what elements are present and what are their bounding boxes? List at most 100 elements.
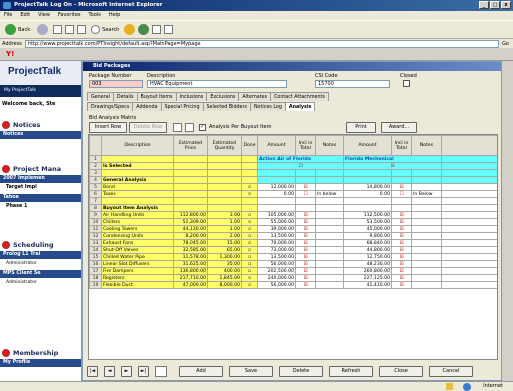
implementation-band[interactable]: 2007 Implemen [0, 175, 81, 183]
bidder-2-amount[interactable]: 227,125.00 [343, 274, 392, 282]
bidder-2-notes[interactable] [411, 281, 442, 289]
item-description[interactable]: Linear Slot Diffusers [101, 260, 174, 268]
incl-checkbox[interactable]: ☒ [391, 239, 412, 247]
incl-checkbox[interactable]: ☐ [295, 190, 316, 198]
cancel-button[interactable]: Cancel [429, 365, 473, 377]
col-incl-1[interactable]: Incl in Total [295, 135, 316, 156]
col-notes-1[interactable]: Notes [315, 135, 344, 156]
col-estimated-price[interactable]: Estimated Price [173, 135, 208, 156]
item-description[interactable]: Fire Dampers [101, 267, 174, 275]
bidder-1-notes[interactable] [315, 281, 344, 289]
minimize-button[interactable]: _ [479, 1, 489, 9]
done-checkbox[interactable]: ▫ [241, 239, 258, 247]
item-estimated-price[interactable]: 8,200.00 [173, 232, 208, 240]
bidder-1-amount[interactable]: 202,500.00 [257, 267, 296, 275]
refresh-button[interactable]: Refresh [329, 365, 373, 377]
item-estimated-price[interactable]: 112,800.00 [173, 211, 208, 219]
delete-row-button[interactable]: Delete Row [129, 122, 167, 133]
item-estimated-price[interactable]: 32,585.00 [173, 246, 208, 254]
stop-icon[interactable] [53, 25, 63, 34]
incl-checkbox[interactable]: ☒ [391, 253, 412, 261]
incl-checkbox[interactable]: ☒ [391, 232, 412, 240]
notices-title[interactable]: Notices [13, 121, 40, 129]
item-description[interactable]: Cooling Towers [101, 225, 174, 233]
item-estimated-quantity[interactable]: 2.00 [207, 232, 242, 240]
item-estimated-quantity[interactable]: 1.00 [207, 225, 242, 233]
tab-inclusions[interactable]: Inclusions [175, 92, 208, 101]
analysis-per-buyout-checkbox[interactable]: ✓ [199, 124, 206, 131]
prev-record-button[interactable]: ◄ [104, 365, 115, 377]
bidder-2-select-checkbox[interactable]: ☒ [343, 162, 442, 170]
bidder-2-amount[interactable]: 9,800.00 [343, 232, 392, 240]
bidder-2-notes[interactable] [411, 274, 442, 282]
item-estimated-price[interactable]: 136,800.00 [173, 267, 208, 275]
bidder-1-amount[interactable]: 240,000.00 [257, 274, 296, 282]
bidder-1-amount[interactable]: 56,000.00 [257, 281, 296, 289]
insert-row-button[interactable]: Insert Row [89, 122, 127, 133]
item-estimated-quantity[interactable]: 1,300.00 [207, 253, 242, 261]
tab-buyout-items[interactable]: Buyout Items [136, 92, 177, 101]
add-button[interactable]: Add [179, 365, 223, 377]
incl-checkbox[interactable]: ☒ [391, 183, 412, 191]
bidder-2-amount[interactable]: 45,000.00 [343, 225, 392, 233]
next-record-button[interactable]: ► [121, 365, 132, 377]
item-estimated-price[interactable]: 78,045.00 [173, 239, 208, 247]
bidder-2-amount[interactable]: 12,750.00 [343, 253, 392, 261]
bidder-2-amount[interactable]: 41,410.00 [343, 281, 392, 289]
item-description[interactable]: Exhaust Fans [101, 239, 174, 247]
tab-exclusions[interactable]: Exclusions [206, 92, 240, 101]
done-checkbox[interactable]: ▫ [241, 281, 258, 289]
bidder-1-amount[interactable]: 73,000.00 [257, 246, 296, 254]
col-incl-2[interactable]: Incl in Total [391, 135, 412, 156]
mail-icon[interactable] [152, 25, 162, 34]
incl-checkbox[interactable]: ☒ [295, 253, 316, 261]
menu-tools[interactable]: Tools [89, 11, 101, 20]
sidebar-item-target[interactable]: Target Impl [0, 185, 81, 190]
tab-alternates[interactable]: Alternates [238, 92, 272, 101]
my-profile-band[interactable]: My Profile [0, 359, 81, 367]
scheduling-title[interactable]: Scheduling [13, 241, 54, 249]
incl-checkbox[interactable]: ☒ [295, 225, 316, 233]
prolog-band[interactable]: Prolog L1 Trai [0, 251, 81, 259]
print-icon[interactable] [164, 25, 174, 34]
incl-checkbox[interactable]: ☒ [295, 183, 316, 191]
bidder-1-amount[interactable]: 13,500.00 [257, 253, 296, 261]
membership-title[interactable]: Membership [13, 349, 58, 357]
bidder-2-amount[interactable]: 53,500.00 [343, 218, 392, 226]
item-description[interactable]: Chillers [101, 218, 174, 226]
incl-checkbox[interactable]: ☒ [295, 232, 316, 240]
incl-checkbox[interactable]: ☒ [295, 274, 316, 282]
col-description[interactable]: Description [101, 135, 174, 156]
close-button[interactable]: Close [379, 365, 423, 377]
bidder-1-notes[interactable] [315, 253, 344, 261]
item-estimated-price[interactable]: 31,625.00 [173, 260, 208, 268]
done-checkbox[interactable]: ▫ [241, 218, 258, 226]
mps-band[interactable]: MPS Client Se [0, 270, 81, 278]
bidder-2-notes[interactable] [411, 253, 442, 261]
bidder-2-notes[interactable] [411, 225, 442, 233]
bidder-1-notes[interactable] [315, 267, 344, 275]
col-amount-1[interactable]: Amount [257, 135, 296, 156]
closed-checkbox[interactable] [403, 80, 410, 87]
bidder-1-notes[interactable] [315, 274, 344, 282]
item-description[interactable]: Chilled Water Pipe [101, 253, 174, 261]
incl-checkbox[interactable]: ☒ [391, 246, 412, 254]
done-checkbox[interactable]: ▫ [241, 225, 258, 233]
tab-selected-bidders[interactable]: Selected Bidders [202, 102, 251, 111]
done-checkbox[interactable]: ▫ [241, 274, 258, 282]
item-estimated-quantity[interactable]: 3.00 [207, 211, 242, 219]
bidder-2-notes[interactable] [411, 232, 442, 240]
filter-icon[interactable] [185, 123, 194, 132]
incl-checkbox[interactable]: ☒ [391, 260, 412, 268]
tab-details[interactable]: Details [112, 92, 138, 101]
bidder-1-amount[interactable]: 56,000.00 [257, 260, 296, 268]
sidebar-item-phase1[interactable]: Phase 1 [0, 204, 81, 209]
bidder-1-amount[interactable]: 105,000.00 [257, 211, 296, 219]
bidder-1-notes[interactable] [315, 232, 344, 240]
tahoe-band[interactable]: Tahoe [0, 194, 81, 202]
bidder-1-notes[interactable] [315, 246, 344, 254]
done-checkbox[interactable]: ▫ [241, 253, 258, 261]
incl-checkbox[interactable]: ☒ [295, 281, 316, 289]
menu-help[interactable]: Help [109, 11, 120, 20]
incl-checkbox[interactable]: ☒ [295, 260, 316, 268]
